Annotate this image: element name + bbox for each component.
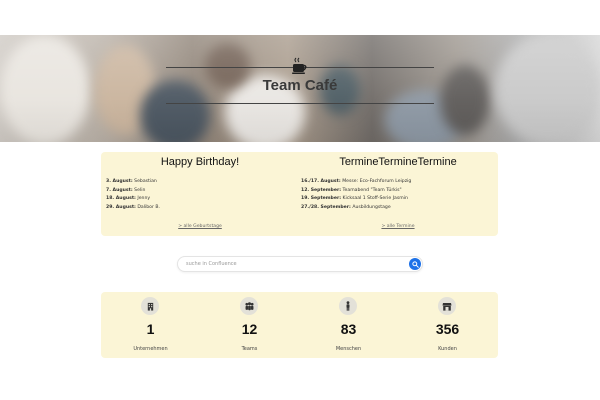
birthday-column: Happy Birthday! 3. August: Sebastian 7. … [101, 152, 299, 236]
list-item: 16./17. August: Messe: Eco-Fachforum Lei… [301, 179, 412, 184]
list-item: 27./28. September: Ausbildungstage [301, 204, 391, 210]
store-icon [438, 297, 456, 315]
events-title: TermineTermineTermine [339, 156, 457, 168]
search-input[interactable] [186, 259, 406, 269]
list-item: 19. September: Kicksaal 1 Stoff-Serie Ja… [301, 196, 408, 201]
stat-companies: 1 Unternehmen [101, 292, 200, 358]
stat-value: 12 [241, 321, 258, 337]
people-icon [240, 297, 258, 315]
search-icon [411, 260, 419, 268]
search-bar [177, 256, 423, 272]
hero-banner: Team Café [0, 35, 600, 142]
events-column: TermineTermineTermine 16./17. August: Me… [299, 152, 497, 236]
list-item: 7. August: Selin [106, 187, 146, 193]
stat-people: 83 Menschen [299, 292, 398, 358]
person-icon [339, 297, 357, 315]
coffee-cup-icon [292, 57, 307, 74]
stat-value: 1 [146, 321, 155, 337]
events-list: 16./17. August: Messe: Eco-Fachforum Lei… [301, 178, 411, 212]
hero-bottom-rule [166, 103, 434, 104]
all-birthdays-link[interactable]: > alle Geburtstage [101, 224, 299, 229]
stat-label: Menschen [335, 346, 362, 352]
stat-value: 83 [340, 321, 357, 337]
list-item: 29. August: Dalibor B. [106, 204, 160, 210]
birthday-list: 3. August: Sebastian 7. August: Selin 18… [106, 178, 160, 212]
stats-panel: 1 Unternehmen 12 Teams 83 Menschen 356 K… [101, 292, 498, 358]
stat-customers: 356 Kunden [398, 292, 497, 358]
stat-label: Kunden [438, 346, 457, 352]
stat-label: Teams [241, 346, 258, 352]
page-title: Team Café [262, 77, 338, 94]
list-item: 12. September: Teamabend "Team Türkis" [301, 187, 402, 193]
all-events-link[interactable]: > alle Termine [299, 224, 497, 229]
building-icon [141, 297, 159, 315]
search-button[interactable] [409, 258, 421, 270]
birthday-title: Happy Birthday! [160, 156, 240, 168]
stat-value: 356 [435, 321, 460, 337]
stat-teams: 12 Teams [200, 292, 299, 358]
stat-label: Unternehmen [133, 346, 168, 352]
list-item: 18. August: Jenny [106, 196, 151, 201]
list-item: 3. August: Sebastian [106, 179, 157, 184]
info-panel: Happy Birthday! 3. August: Sebastian 7. … [101, 152, 498, 236]
